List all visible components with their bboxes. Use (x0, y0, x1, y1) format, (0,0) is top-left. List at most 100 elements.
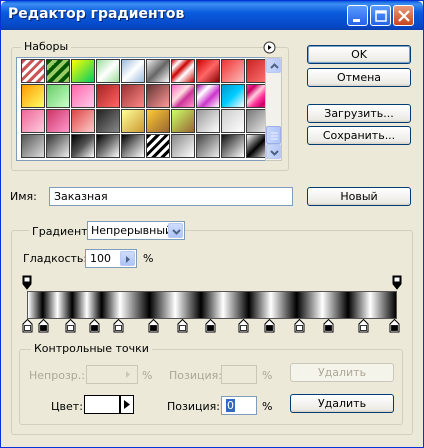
preset-swatch[interactable] (121, 109, 145, 133)
preset-swatch[interactable] (146, 84, 170, 108)
preset-swatch[interactable] (196, 59, 220, 83)
opacity-stop-right[interactable] (392, 275, 402, 290)
gradient-editor-window: Редактор градиентов Наборы OK Отмена Заг… (0, 0, 424, 448)
scroll-thumb[interactable] (266, 126, 281, 144)
preset-swatch[interactable] (96, 109, 120, 133)
cancel-button[interactable]: Отмена (307, 68, 411, 87)
presets-scrollbar[interactable] (265, 57, 282, 161)
save-button[interactable]: Сохранить... (307, 126, 411, 145)
preset-swatch[interactable] (146, 59, 170, 83)
presets-grid[interactable] (16, 57, 280, 161)
dropdown-button[interactable] (168, 223, 183, 238)
preset-swatch[interactable] (71, 59, 95, 83)
arrow-right-icon (124, 400, 130, 409)
preset-swatch[interactable] (46, 59, 70, 83)
color-stop[interactable] (323, 319, 334, 333)
ok-button[interactable]: OK (307, 45, 411, 64)
preset-swatch[interactable] (46, 134, 70, 158)
minimize-button[interactable] (347, 5, 368, 26)
preset-swatch[interactable] (71, 84, 95, 108)
arrow-right-icon (126, 371, 130, 378)
color-stop[interactable] (113, 319, 124, 333)
preset-swatch[interactable] (21, 109, 45, 133)
color-stop[interactable] (38, 319, 49, 333)
stops-group (19, 349, 403, 425)
new-button[interactable]: Новый (307, 187, 411, 206)
preset-swatch[interactable] (121, 134, 145, 158)
preset-swatch[interactable] (196, 84, 220, 108)
color-position-label: Позиция: (167, 400, 220, 413)
color-stop[interactable] (177, 319, 188, 333)
preset-swatch[interactable] (221, 109, 245, 133)
smoothness-field[interactable]: 100 (85, 249, 137, 268)
presets-menu-button[interactable] (263, 41, 276, 54)
preset-swatch[interactable] (46, 84, 70, 108)
preset-swatch[interactable] (121, 84, 145, 108)
color-stop[interactable] (89, 319, 100, 333)
opacity-unit: % (142, 369, 153, 382)
color-position-field[interactable]: 0 (221, 396, 257, 415)
preset-swatch[interactable] (96, 84, 120, 108)
preset-swatch[interactable] (221, 84, 245, 108)
smoothness-unit: % (143, 252, 154, 265)
opacity-field (86, 365, 138, 384)
preset-swatch[interactable] (171, 134, 195, 158)
name-label: Имя: (10, 190, 37, 203)
color-swatch[interactable] (84, 395, 120, 414)
preset-swatch[interactable] (46, 109, 70, 133)
preset-swatch[interactable] (171, 59, 195, 83)
color-stop[interactable] (264, 319, 275, 333)
smoothness-label: Гладкость: (23, 252, 88, 265)
scroll-down-button[interactable] (266, 144, 281, 159)
color-label: Цвет: (51, 400, 83, 413)
opacity-position-label: Позиция: (169, 369, 222, 382)
chevron-down-icon (270, 150, 279, 156)
preset-swatch[interactable] (221, 59, 245, 83)
minimize-icon (353, 19, 360, 22)
close-icon (398, 10, 410, 22)
preset-swatch[interactable] (71, 109, 95, 133)
preset-swatch[interactable] (96, 134, 120, 158)
color-stop[interactable] (358, 319, 369, 333)
preset-swatch[interactable] (221, 134, 245, 158)
smoothness-slider-button[interactable] (120, 251, 135, 266)
preset-swatch[interactable] (21, 134, 45, 158)
name-field[interactable]: Заказная (49, 187, 293, 206)
gradient-type-value: Непрерывный (91, 224, 173, 237)
presets-label: Наборы (21, 40, 72, 53)
title-bar[interactable]: Редактор градиентов (1, 1, 423, 30)
circle-arrow-icon (263, 41, 276, 54)
color-stop[interactable] (238, 319, 249, 333)
load-button[interactable]: Загрузить... (307, 104, 411, 123)
preset-swatch[interactable] (196, 109, 220, 133)
color-position-value: 0 (226, 399, 235, 412)
preset-swatch[interactable] (121, 59, 145, 83)
color-stop[interactable] (205, 319, 216, 333)
color-stop[interactable] (148, 319, 159, 333)
preset-swatch[interactable] (146, 134, 170, 158)
preset-swatch[interactable] (171, 84, 195, 108)
preset-swatch[interactable] (96, 59, 120, 83)
gradient-preview-bar[interactable] (27, 291, 397, 319)
preset-swatch[interactable] (171, 109, 195, 133)
preset-swatch[interactable] (71, 134, 95, 158)
delete-color-stop-button[interactable]: Удалить (290, 394, 394, 413)
color-menu-button[interactable] (120, 395, 134, 414)
opacity-position-unit: % (262, 369, 273, 382)
opacity-stop-left[interactable] (22, 275, 32, 290)
scroll-up-button[interactable] (266, 58, 281, 73)
preset-swatch[interactable] (196, 134, 220, 158)
preset-swatch[interactable] (21, 84, 45, 108)
color-stop[interactable] (65, 319, 76, 333)
color-stop[interactable] (389, 319, 400, 333)
close-button[interactable] (393, 5, 414, 26)
color-stop[interactable] (294, 319, 305, 333)
maximize-button[interactable] (370, 5, 391, 26)
preset-swatch[interactable] (21, 59, 45, 83)
stops-label: Контрольные точки (31, 342, 152, 355)
gradient-type-select[interactable]: Непрерывный (87, 221, 185, 240)
opacity-label: Непрозр.: (29, 369, 85, 382)
preset-swatch[interactable] (146, 109, 170, 133)
color-stop[interactable] (22, 319, 33, 333)
window-title: Редактор градиентов (8, 6, 185, 22)
